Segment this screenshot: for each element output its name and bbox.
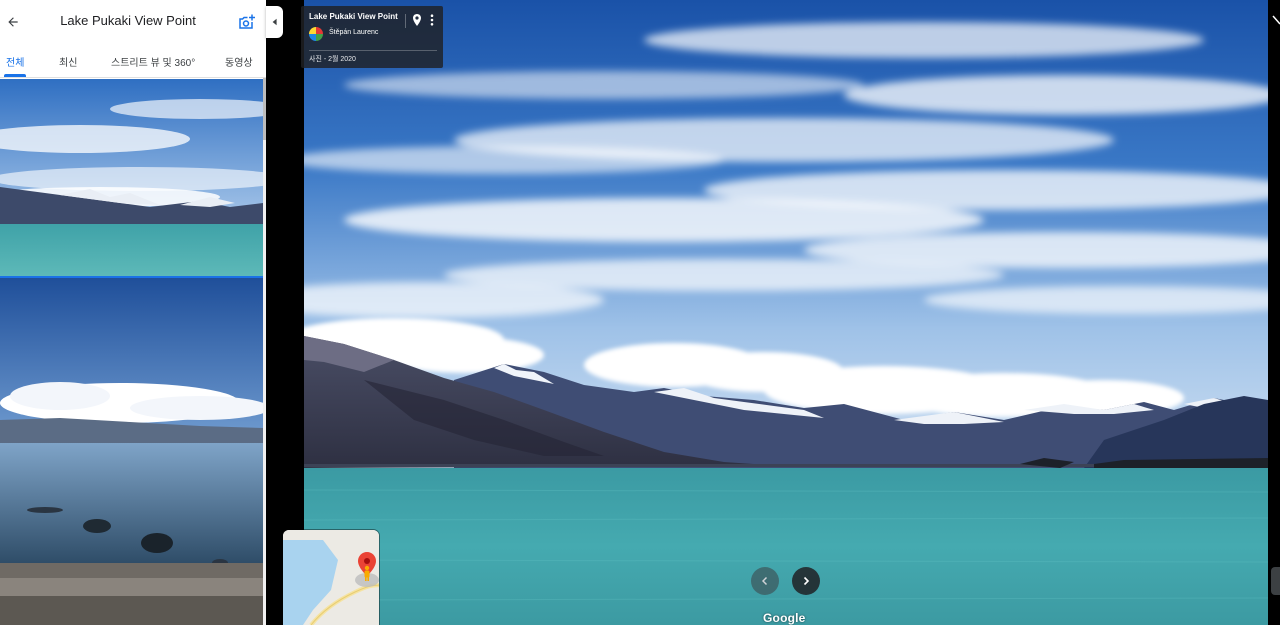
divider xyxy=(405,14,406,28)
zoom-in-button[interactable] xyxy=(1271,567,1280,595)
google-logo: Google xyxy=(763,611,806,625)
panel-header: Lake Pukaki View Point xyxy=(0,0,266,44)
photo-date: 사진 - 2월 2020 xyxy=(309,56,356,63)
location-pin-icon xyxy=(413,14,421,26)
author-name[interactable]: Štěpán Laurenc xyxy=(329,29,378,36)
avatar[interactable] xyxy=(309,27,323,41)
panel-scrollbar[interactable] xyxy=(263,78,266,625)
divider xyxy=(309,50,437,51)
panel-title: Lake Pukaki View Point xyxy=(60,13,196,28)
panel-scrollbar-thumb[interactable] xyxy=(263,78,266,140)
chevron-left-icon xyxy=(761,576,768,586)
main-photo[interactable] xyxy=(304,0,1268,625)
photo-tabs: 전체 최신 스트리트 뷰 및 360° 동영상 xyxy=(0,44,266,78)
add-photo-camera-icon xyxy=(239,14,255,29)
more-vert-icon xyxy=(430,14,434,26)
show-location-button[interactable] xyxy=(410,12,424,28)
chevron-left-icon xyxy=(272,18,277,26)
tab-street-view-360[interactable]: 스트리트 뷰 및 360° xyxy=(111,54,195,69)
collapse-panel-button[interactable] xyxy=(266,6,283,38)
photo-thumbnail[interactable] xyxy=(0,278,263,625)
close-icon[interactable] xyxy=(1271,14,1280,26)
previous-photo-button[interactable] xyxy=(751,567,779,595)
place-title[interactable]: Lake Pukaki View Point xyxy=(309,12,398,21)
active-tab-indicator xyxy=(4,74,26,77)
more-options-button[interactable] xyxy=(426,12,438,28)
photo-thumbnail-selected[interactable] xyxy=(0,79,263,278)
tab-videos[interactable]: 동영상 xyxy=(225,54,253,69)
add-photo-button[interactable] xyxy=(234,10,258,34)
right-edge xyxy=(1268,0,1280,625)
photos-panel: Lake Pukaki View Point 전체 최신 스트리트 뷰 및 36… xyxy=(0,0,266,625)
tab-latest[interactable]: 최신 xyxy=(59,54,77,69)
tab-all[interactable]: 전체 xyxy=(6,54,24,69)
chevron-right-icon xyxy=(803,576,810,586)
back-button[interactable] xyxy=(2,11,24,33)
arrow-left-icon xyxy=(8,17,18,27)
next-photo-button[interactable] xyxy=(792,567,820,595)
photo-info-card: Lake Pukaki View Point Štěpán Laurenc 사진… xyxy=(301,6,443,68)
minimap[interactable] xyxy=(283,530,379,625)
